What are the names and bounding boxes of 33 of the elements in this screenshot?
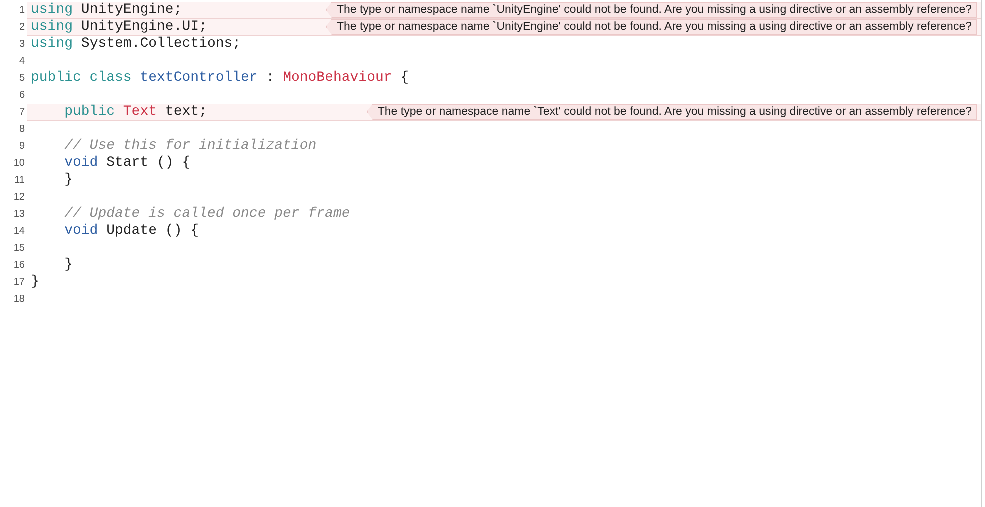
code-line: public class textController : MonoBehaviour { [31, 70, 410, 87]
line-number: 14 [12, 225, 26, 239]
code-line: using UnityEngine.UI; [31, 18, 208, 36]
line-number: 4 [18, 55, 26, 69]
line-number: 1 [18, 4, 26, 18]
line-number: 16 [12, 259, 26, 273]
line-number: 5 [18, 72, 26, 86]
line-number: 12 [12, 191, 26, 205]
error-message: The type or namespace name `Text' could not be found. Are you missing a using directive or an assembly reference? [366, 104, 977, 120]
line-number: 18 [12, 293, 26, 307]
code-line: } [64, 172, 73, 189]
code-line: // Use this for initialization [64, 138, 317, 155]
line-number: 17 [12, 276, 26, 290]
code-line: void Update () { [64, 223, 200, 240]
code-line: using UnityEngine; [31, 2, 182, 18]
line-number: 6 [18, 89, 26, 103]
error-message: The type or namespace name `UnityEngine' could not be found. Are you missing a using directive or an assembly reference? [326, 2, 977, 18]
code-line: } [64, 257, 73, 274]
code-line: // Update is called once per frame [64, 206, 350, 223]
line-number: 3 [18, 38, 26, 52]
error-message: The type or namespace name `UnityEngine' could not be found. Are you missing a using directive or an assembly reference? [326, 19, 977, 35]
code-line: using System.Collections; [31, 36, 242, 53]
line-number: 10 [12, 157, 26, 171]
line-number: 8 [18, 123, 26, 137]
line-number: 9 [18, 140, 26, 154]
code-line: void Start () { [64, 155, 191, 172]
line-number: 13 [12, 208, 26, 222]
code-line: } [31, 274, 40, 291]
line-number: 7 [18, 106, 26, 120]
code-line: public Text text; [64, 104, 208, 120]
line-number: 2 [18, 21, 26, 35]
line-number: 11 [14, 174, 26, 188]
line-number: 15 [12, 242, 26, 256]
